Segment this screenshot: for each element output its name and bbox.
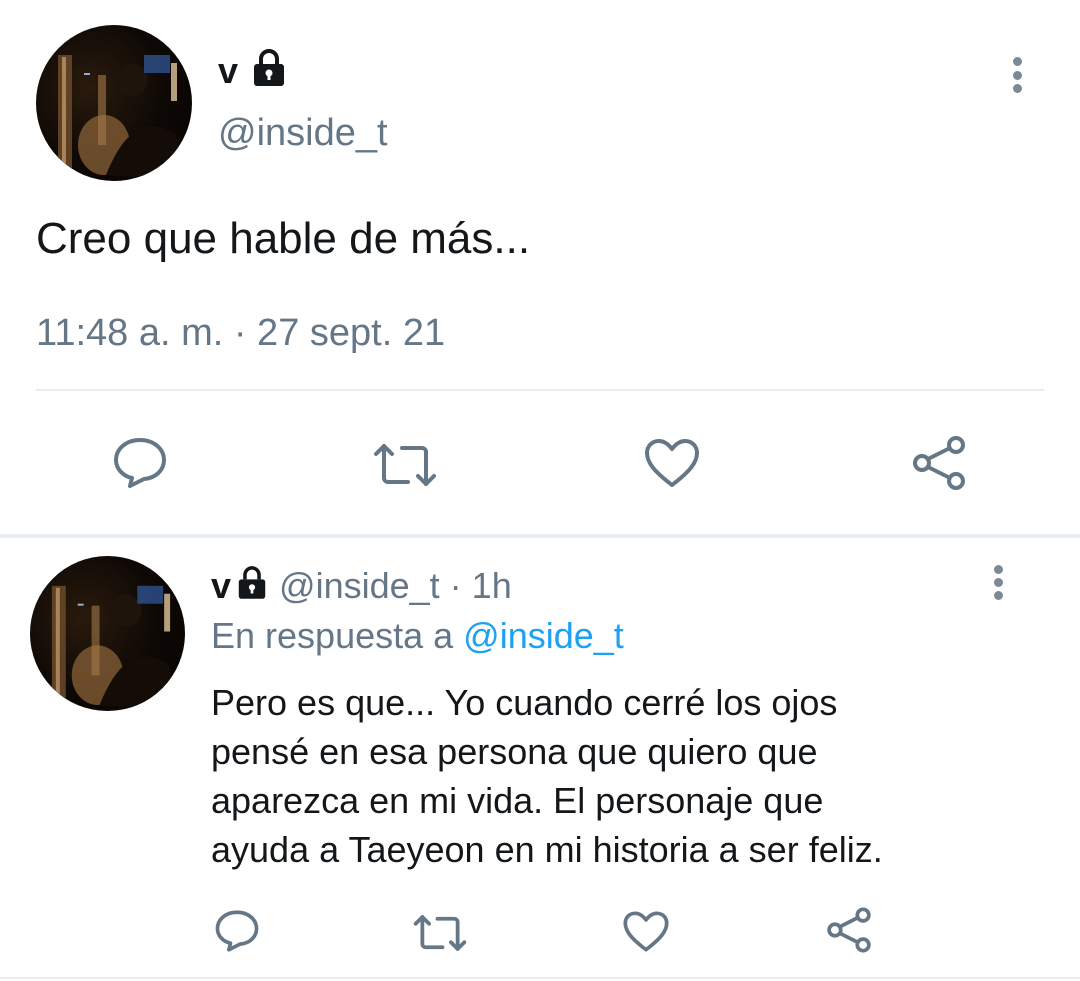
reply-icon[interactable] bbox=[214, 909, 260, 953]
display-name[interactable]: v bbox=[218, 49, 286, 92]
reply-text-line: Pero es que... Yo cuando cerré los ojos bbox=[211, 682, 838, 723]
reply-display-name[interactable]: v bbox=[211, 565, 231, 607]
timestamp[interactable]: 11:48 a. m. · 27 sept. 21 bbox=[36, 312, 445, 355]
more-options-icon[interactable] bbox=[1012, 57, 1022, 93]
share-icon[interactable] bbox=[910, 435, 968, 491]
like-icon[interactable] bbox=[622, 910, 670, 953]
replying-to: En respuesta a @inside_t bbox=[211, 615, 624, 657]
more-options-icon[interactable] bbox=[993, 565, 1003, 600]
reply-icon[interactable] bbox=[112, 436, 168, 490]
bottom-divider bbox=[0, 977, 1080, 979]
replying-prefix: En respuesta a bbox=[211, 615, 454, 656]
lock-icon bbox=[254, 49, 285, 87]
share-icon[interactable] bbox=[825, 906, 873, 954]
replying-mention-link[interactable]: @inside_t bbox=[463, 615, 624, 656]
retweet-icon[interactable] bbox=[372, 440, 438, 490]
retweet-icon[interactable] bbox=[412, 912, 468, 954]
reply-text-line: aparezca en mi vida. El personaje que bbox=[211, 780, 824, 821]
separator-dot: · bbox=[449, 565, 462, 606]
reply-header: v @inside_t · 1h bbox=[211, 564, 512, 608]
avatar[interactable] bbox=[36, 25, 192, 181]
like-icon[interactable] bbox=[643, 437, 701, 489]
handle[interactable]: @inside_t bbox=[218, 112, 388, 155]
reply-time[interactable]: 1h bbox=[472, 565, 512, 607]
divider bbox=[36, 389, 1044, 391]
reply-text-line: pensé en esa persona que quiero que bbox=[211, 731, 818, 772]
reply-text-line: ayuda a Taeyeon en mi historia a ser fel… bbox=[211, 829, 883, 870]
lock-icon bbox=[238, 566, 266, 599]
tweet-separator bbox=[0, 534, 1080, 538]
reply-handle[interactable]: @inside_t bbox=[279, 565, 440, 607]
tweet-text: Creo que hable de más... bbox=[36, 214, 531, 263]
reply-avatar[interactable] bbox=[30, 556, 185, 711]
reply-tweet-text: Pero es que... Yo cuando cerré los ojos … bbox=[211, 678, 883, 874]
